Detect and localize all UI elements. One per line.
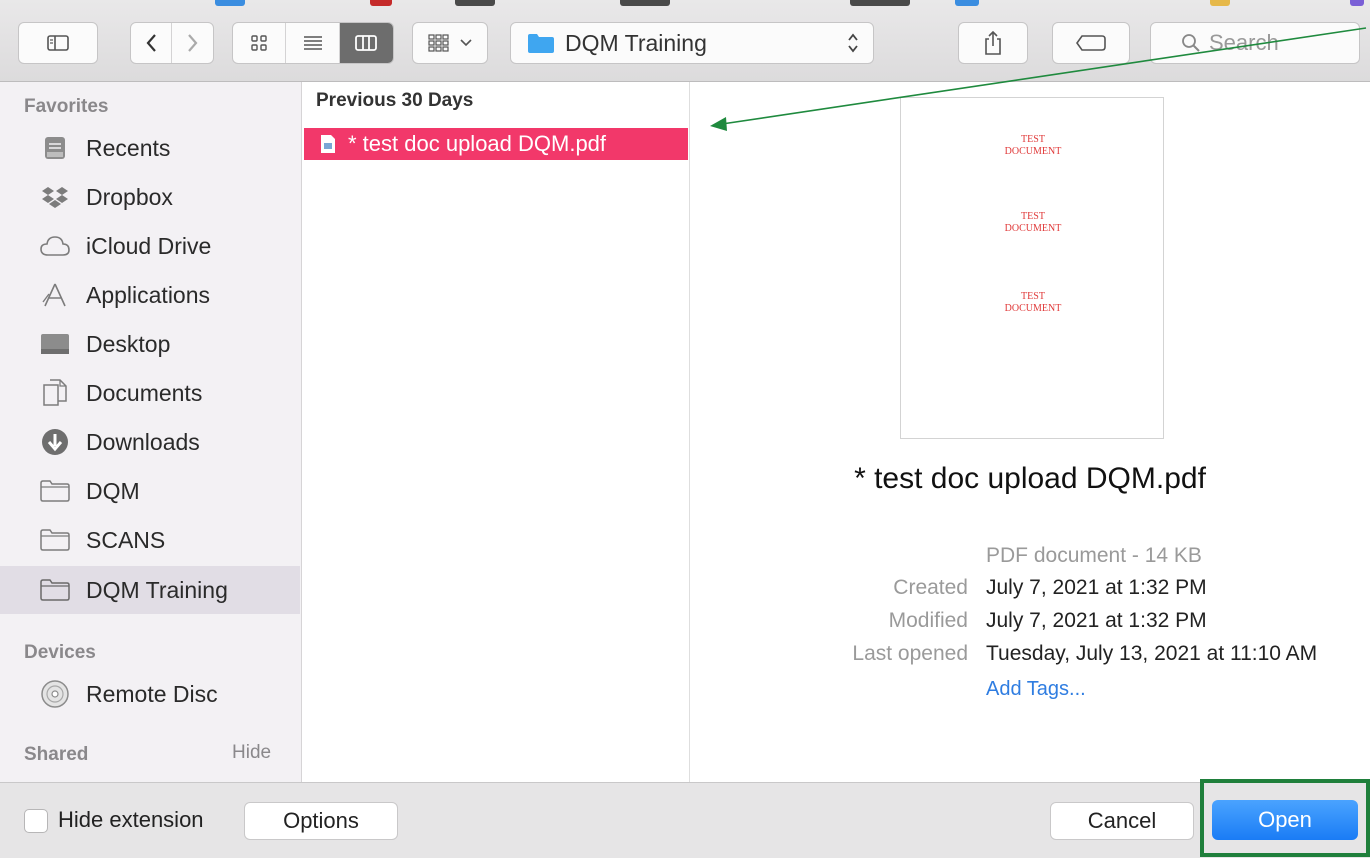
thumbnail-stamp: TEST DOCUMENT	[1004, 134, 1062, 157]
chevron-right-icon	[187, 34, 197, 52]
share-button[interactable]	[958, 22, 1028, 64]
cloud-icon	[40, 231, 70, 261]
preview-pane: TEST DOCUMENT TEST DOCUMENT TEST DOCUMENT *…	[690, 82, 1370, 782]
favorites-heading: Favorites	[24, 96, 109, 117]
options-button[interactable]: Options	[244, 802, 398, 840]
sidebar-item-label: Recents	[86, 134, 171, 161]
sidebar-item-label: Desktop	[86, 330, 171, 357]
hide-extension-label[interactable]: Hide extension	[58, 807, 204, 833]
list-view-button[interactable]	[286, 23, 340, 63]
column-section-header: Previous 30 Days	[316, 90, 474, 111]
sidebar-item-dqm[interactable]: DQM	[0, 467, 300, 515]
meta-value: July 7, 2021 at 1:32 PM	[986, 576, 1207, 599]
share-icon	[985, 30, 1001, 55]
meta-label: Last opened	[852, 642, 968, 665]
hide-extension-checkbox[interactable]	[24, 809, 48, 833]
search-field[interactable]	[1150, 22, 1360, 64]
shared-heading: Shared	[24, 744, 89, 765]
sidebar-item-remote-disc[interactable]: Remote Disc	[0, 670, 300, 718]
bottom-bar: Hide extension Options Cancel Open	[0, 782, 1370, 858]
sidebar-item-icloud-drive[interactable]: iCloud Drive	[0, 222, 300, 270]
view-mode-group	[232, 22, 394, 64]
grid-icon	[251, 35, 267, 51]
sidebar-item-label: SCANS	[86, 526, 166, 553]
folder-icon	[40, 476, 70, 506]
sidebar-item-label: Applications	[86, 281, 211, 308]
preview-title: * test doc upload DQM.pdf	[854, 462, 1206, 495]
gallery-icon	[428, 34, 449, 52]
file-column: Previous 30 Days * test doc upload DQM.p…	[302, 82, 690, 782]
sidebar-item-dqm-training[interactable]: DQM Training	[0, 566, 300, 614]
sidebar-item-recents[interactable]: Recents	[0, 124, 300, 172]
add-tags-link[interactable]: Add Tags...	[986, 678, 1086, 701]
file-row-selected[interactable]: * test doc upload DQM.pdf	[304, 128, 688, 160]
background-strip	[0, 0, 1370, 6]
file-kind: PDF document - 14 KB	[986, 544, 1202, 567]
search-icon	[1182, 34, 1200, 52]
sidebar-item-scans[interactable]: SCANS	[0, 516, 300, 564]
column-view-button[interactable]	[339, 23, 393, 63]
sidebar-item-dropbox[interactable]: Dropbox	[0, 173, 300, 221]
annotation-highlight-box	[1200, 779, 1370, 857]
dropbox-icon	[40, 182, 70, 212]
documents-icon	[40, 378, 70, 408]
sidebar-item-label: Documents	[86, 379, 203, 406]
sidebar-item-label: Downloads	[86, 428, 200, 455]
desktop-icon	[40, 329, 70, 359]
thumbnail-stamp: TEST DOCUMENT	[1004, 211, 1062, 234]
icon-view-button[interactable]	[233, 23, 287, 63]
file-name: * test doc upload DQM.pdf	[348, 131, 607, 156]
sidebar-item-label: DQM	[86, 477, 140, 504]
meta-value: July 7, 2021 at 1:32 PM	[986, 609, 1207, 632]
downloads-icon	[40, 427, 70, 457]
columns-icon	[355, 35, 378, 51]
back-forward-group	[130, 22, 214, 64]
cancel-button[interactable]: Cancel	[1050, 802, 1194, 840]
sidebar-item-downloads[interactable]: Downloads	[0, 418, 300, 466]
folder-icon	[40, 525, 70, 555]
chevron-left-icon	[146, 34, 156, 52]
recents-icon	[40, 133, 70, 163]
sidebar-toggle-button[interactable]	[18, 22, 98, 64]
forward-button[interactable]	[172, 23, 213, 63]
sidebar-icon	[47, 35, 69, 51]
meta-label: Created	[893, 576, 968, 599]
folder-icon	[40, 575, 70, 605]
sidebar: Favorites Recents Dropbox iCloud Drive A…	[0, 82, 302, 782]
meta-value: Tuesday, July 13, 2021 at 11:10 AM	[986, 642, 1318, 665]
disc-icon	[40, 679, 70, 709]
sidebar-item-label: Remote Disc	[86, 680, 218, 707]
chevron-down-icon	[460, 39, 472, 47]
pdf-file-icon	[321, 135, 335, 153]
sidebar-item-label: iCloud Drive	[86, 232, 212, 259]
group-by-button[interactable]	[412, 22, 488, 64]
sidebar-item-applications[interactable]: Applications	[0, 271, 300, 319]
folder-icon	[528, 34, 554, 53]
devices-heading: Devices	[24, 642, 96, 663]
sidebar-item-desktop[interactable]: Desktop	[0, 320, 300, 368]
search-input[interactable]	[1209, 30, 1359, 56]
hide-shared-link[interactable]: Hide	[232, 742, 271, 764]
thumbnail-stamp: TEST DOCUMENT	[1004, 291, 1062, 314]
sidebar-item-documents[interactable]: Documents	[0, 369, 300, 417]
location-selector[interactable]: DQM Training	[510, 22, 874, 64]
tags-button[interactable]	[1052, 22, 1130, 64]
document-thumbnail: TEST DOCUMENT TEST DOCUMENT TEST DOCUMENT	[900, 97, 1164, 439]
tag-icon	[1076, 35, 1106, 51]
list-icon	[303, 36, 322, 50]
sidebar-item-label: DQM Training	[86, 576, 228, 603]
back-button[interactable]	[131, 23, 173, 63]
location-label: DQM Training	[565, 29, 707, 56]
updown-icon	[847, 32, 859, 55]
sidebar-item-label: Dropbox	[86, 183, 173, 210]
meta-label: Modified	[888, 609, 968, 632]
applications-icon	[40, 280, 70, 310]
toolbar: DQM Training	[0, 0, 1370, 82]
